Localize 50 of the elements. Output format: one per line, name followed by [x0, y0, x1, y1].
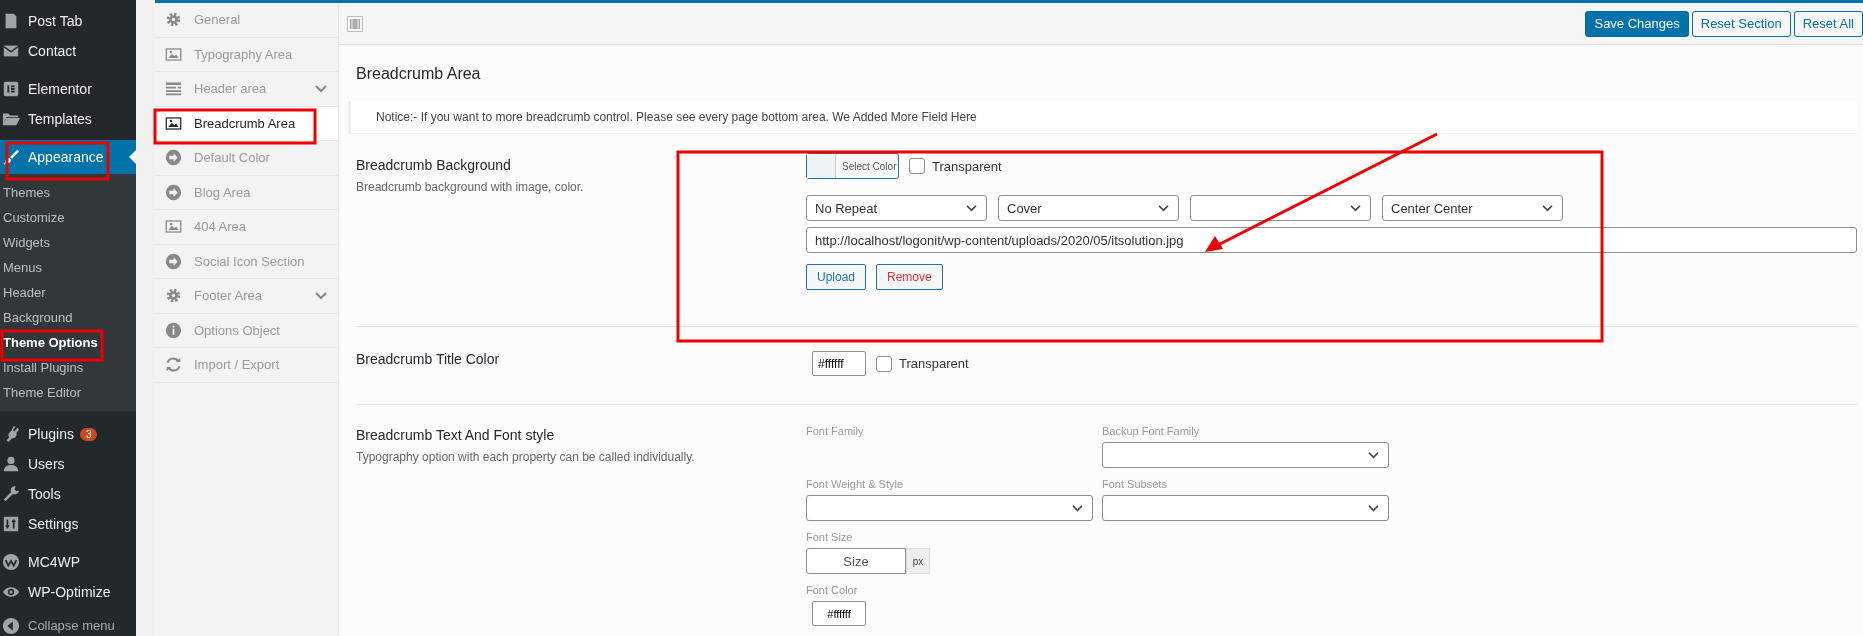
field-label: Backup Font Family: [1102, 425, 1201, 437]
section-title: Breadcrumb Area: [356, 65, 482, 83]
field-label: Font Color: [806, 584, 859, 596]
checkbox-label: Transparent: [899, 356, 969, 371]
reset-button[interactable]: Reset Section: [1691, 10, 1791, 37]
field-label: Font Size: [806, 531, 854, 543]
field-description: Breadcrumb background with image, color.: [356, 180, 585, 194]
admin-menu-item[interactable]: Post Tab: [0, 6, 136, 36]
url-field[interactable]: http://localhost/logonit/wp-content/uploads/2020/05/itsolution.jpg: [806, 227, 1857, 253]
admin-menu-item[interactable]: Templates: [0, 104, 136, 134]
field-label: Font Family: [806, 425, 865, 437]
submenu-item[interactable]: Install Plugins: [0, 355, 136, 380]
color-field[interactable]: #ffffff: [812, 601, 866, 626]
submenu-item[interactable]: Customize: [0, 205, 136, 230]
field-title: Breadcrumb Text And Font style: [356, 427, 556, 443]
upload-button[interactable]: Upload: [806, 264, 867, 290]
field-description: Typography option with each property can be called individually.: [356, 450, 696, 464]
field-title: Breadcrumb Title Color: [356, 351, 501, 367]
submenu-item[interactable]: Background: [0, 305, 136, 330]
collapse-menu-button[interactable]: Collapse menu: [0, 615, 136, 636]
field-title: Breadcrumb Background: [356, 157, 512, 173]
field-label: Font Subsets: [1102, 478, 1168, 490]
admin-menu-item[interactable]: Tools: [0, 479, 136, 509]
admin-menu-item[interactable]: Contact: [0, 36, 136, 66]
admin-menu-item[interactable]: Plugins 3: [0, 419, 136, 449]
submenu-item[interactable]: Theme Options: [0, 330, 136, 355]
admin-menu-item[interactable]: Users: [0, 449, 136, 479]
remove-button[interactable]: Remove: [876, 264, 943, 290]
color-field[interactable]: #ffffff: [812, 351, 866, 376]
submenu-item[interactable]: Themes: [0, 180, 136, 205]
size-field[interactable]: Size: [806, 548, 906, 574]
select-field[interactable]: Center Center: [1382, 195, 1563, 221]
unit-label: px: [906, 548, 930, 574]
submenu-item[interactable]: Header: [0, 280, 136, 305]
reset-button[interactable]: Reset All: [1793, 10, 1863, 37]
notice-message: Notice:- If you want to more breadcrumb control. Please see every page bottom area. We Added More Field Here: [348, 101, 1857, 133]
admin-menu-item[interactable]: Settings: [0, 509, 136, 539]
count-badge: 3: [79, 427, 98, 441]
select-field[interactable]: No Repeat: [806, 195, 987, 221]
admin-menu-item[interactable]: Elementor: [0, 74, 136, 104]
color-picker-button[interactable]: Select Color: [806, 153, 899, 179]
submenu-item[interactable]: Menus: [0, 255, 136, 280]
submenu-item[interactable]: Widgets: [0, 230, 136, 255]
admin-menu-item[interactable]: WP-Optimize: [0, 577, 136, 607]
checkbox-label: Transparent: [932, 158, 1002, 174]
admin-menu-item[interactable]: MC4WP: [0, 547, 136, 577]
field-label: Font Weight & Style: [806, 478, 904, 490]
select-field[interactable]: Cover: [998, 195, 1179, 221]
submenu-item[interactable]: Theme Editor: [0, 380, 136, 405]
save-button[interactable]: Save Changes: [1585, 10, 1689, 37]
